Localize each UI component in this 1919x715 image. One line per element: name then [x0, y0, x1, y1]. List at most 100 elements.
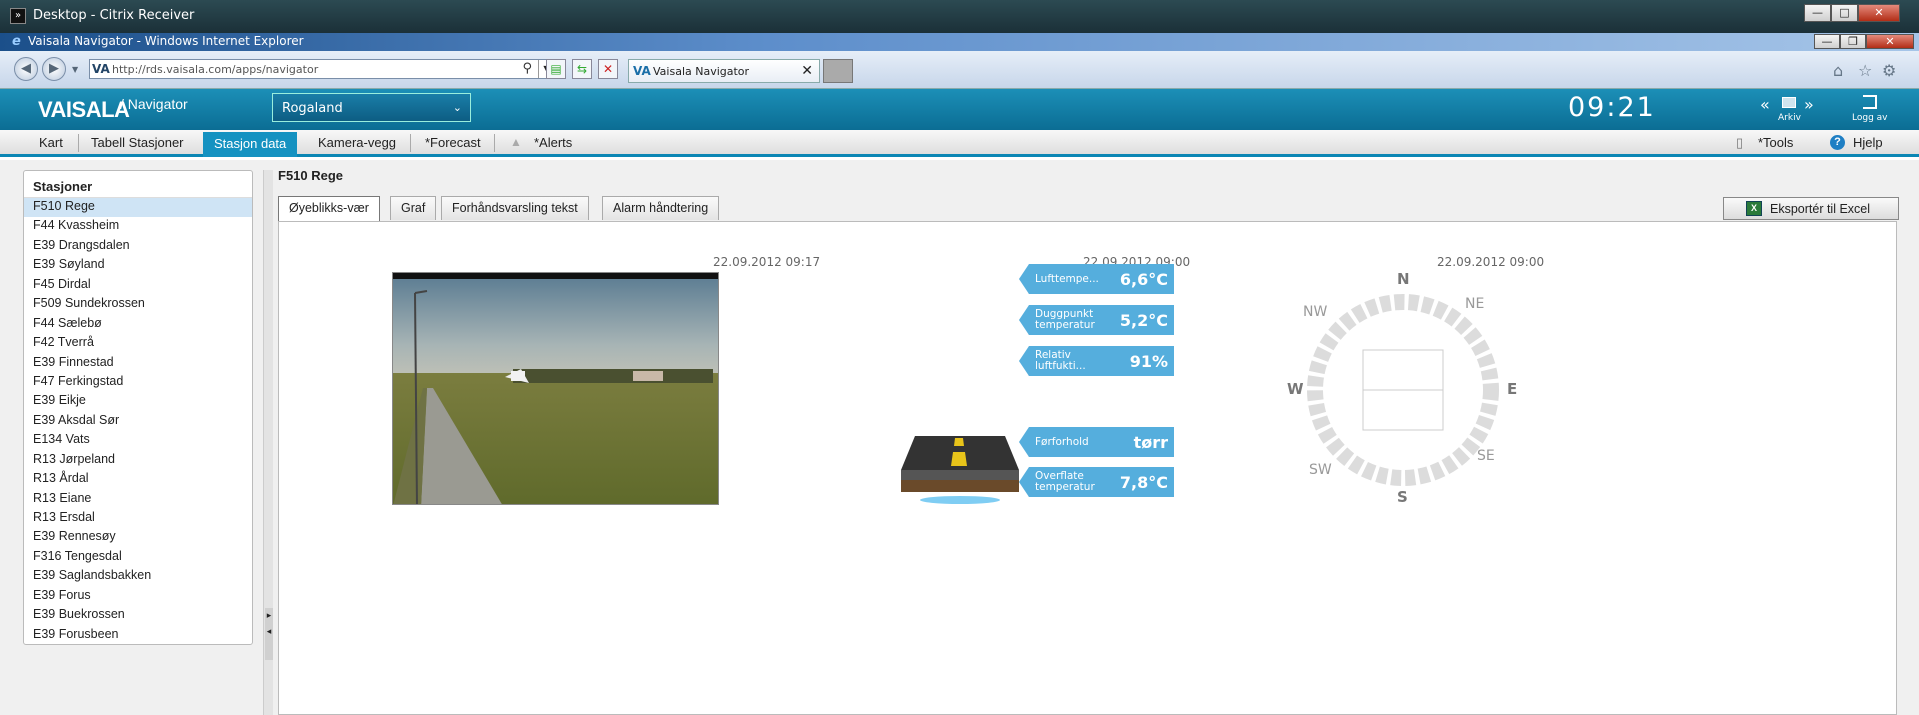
home-icon[interactable]: ⌂	[1833, 61, 1843, 80]
menu-tools[interactable]: *Tools	[1758, 135, 1793, 150]
archive-control[interactable]: « » Arkiv	[1760, 93, 1816, 127]
browser-tab[interactable]: VA Vaisala Navigator ✕	[628, 59, 820, 83]
region-select[interactable]: Rogaland ⌄	[272, 93, 471, 122]
archive-label: Arkiv	[1778, 113, 1801, 123]
history-dropdown-icon[interactable]: ▼	[72, 65, 78, 74]
menu-separator	[494, 134, 495, 152]
citrix-title: Desktop - Citrix Receiver	[33, 8, 195, 23]
menu-separator	[410, 134, 411, 152]
station-list-item[interactable]: R13 Eiane	[24, 490, 252, 509]
station-sidebar: Stasjoner F510 Rege F44 Kvassheim E39 Dran…	[23, 170, 253, 645]
dew-point-bubble[interactable]: Duggpunkt temperatur 5,2°C	[1019, 305, 1174, 335]
menu-kamera-vegg[interactable]: Kamera-vegg	[318, 135, 396, 150]
surface-temp-bubble[interactable]: Overflate temperatur 7,8°C	[1019, 467, 1174, 497]
station-list-item[interactable]: R13 Årdal	[24, 470, 252, 489]
close-icon[interactable]: ✕	[1858, 4, 1900, 22]
humidity-value: 91%	[1129, 352, 1168, 371]
road-condition-value: tørr	[1133, 433, 1168, 452]
archive-back-icon[interactable]: «	[1760, 95, 1770, 114]
ie-title: Vaisala Navigator - Windows Internet Exp…	[28, 34, 304, 48]
station-list-item[interactable]: R13 Ersdal	[24, 509, 252, 528]
station-list-item[interactable]: E39 Finnestad	[24, 354, 252, 373]
station-list-item[interactable]: E39 Forus	[24, 587, 252, 606]
station-list-item[interactable]: F47 Ferkingstad	[24, 373, 252, 392]
station-list-item[interactable]: F509 Sundekrossen	[24, 295, 252, 314]
tab-oyeblikks-vaer[interactable]: Øyeblikks-vær	[278, 196, 380, 222]
compass-e: E	[1507, 380, 1518, 398]
road-condition-label: Førforhold	[1035, 435, 1089, 448]
wind-timestamp: 22.09.2012 09:00	[1437, 255, 1545, 269]
station-list-item[interactable]: E39 Eikje	[24, 392, 252, 411]
forward-icon[interactable]: ▶	[42, 57, 66, 81]
logout-label: Logg av	[1852, 113, 1888, 123]
camera-scene	[393, 273, 718, 504]
minimize-icon[interactable]: —	[1814, 34, 1840, 49]
road-condition-bubble[interactable]: Førforhold tørr	[1019, 427, 1174, 457]
tab-close-icon[interactable]: ✕	[801, 63, 813, 79]
citrix-titlebar: » Desktop - Citrix Receiver — □ ✕	[0, 0, 1919, 33]
warning-icon: ▲	[510, 135, 522, 149]
collapse-handle-icon[interactable]: ▸ ◂	[265, 608, 273, 660]
menu-alerts[interactable]: *Alerts	[534, 135, 572, 150]
compatibility-icon[interactable]: ▤	[546, 59, 566, 79]
menu-tabell-stasjoner[interactable]: Tabell Stasjoner	[91, 135, 184, 150]
panel-splitter[interactable]: ▸ ◂	[263, 170, 273, 715]
station-list-item[interactable]: F44 Kvassheim	[24, 217, 252, 236]
station-list-item[interactable]: R13 Jørpeland	[24, 451, 252, 470]
back-icon[interactable]: ◀	[14, 57, 38, 81]
clock: 09:21	[1568, 92, 1656, 123]
compass-nw: NW	[1303, 304, 1328, 320]
dew-point-value: 5,2°C	[1119, 311, 1168, 330]
air-temp-value: 6,6°C	[1119, 270, 1168, 289]
station-list-item[interactable]: F45 Dirdal	[24, 276, 252, 295]
tab-alarm-handtering[interactable]: Alarm håndtering	[602, 196, 720, 220]
menu-kart[interactable]: Kart	[39, 135, 63, 150]
station-list-item[interactable]: E39 Buekrossen	[24, 606, 252, 625]
minimize-icon[interactable]: —	[1804, 4, 1831, 22]
maximize-icon[interactable]: □	[1831, 4, 1858, 22]
surface-temp-label: Overflate temperatur	[1035, 470, 1095, 493]
search-icon[interactable]: ⚲	[522, 61, 532, 76]
stop-icon[interactable]: ✕	[598, 59, 618, 79]
restore-icon[interactable]: ❐	[1840, 34, 1866, 49]
station-list-item[interactable]: E134 Vats	[24, 431, 252, 450]
current-weather-panel: 22.09.2012 09:17 22.09.2012 09:00 Luftte…	[278, 221, 1897, 715]
compass-w: W	[1287, 380, 1304, 398]
refresh-icon[interactable]: ⇆	[572, 59, 592, 79]
gear-icon[interactable]: ⚙	[1882, 61, 1896, 80]
address-url[interactable]: http://rds.vaisala.com/apps/navigator	[112, 63, 318, 76]
menu-forecast[interactable]: *Forecast	[425, 135, 481, 150]
new-tab-button[interactable]	[823, 59, 853, 83]
air-temp-bubble[interactable]: Lufttempe... 6,6°C	[1019, 264, 1174, 294]
citrix-icon: »	[10, 8, 26, 24]
archive-forward-icon[interactable]: »	[1804, 95, 1814, 114]
citrix-window-controls: — □ ✕	[1804, 4, 1900, 22]
station-list-item[interactable]: F316 Tengesdal	[24, 548, 252, 567]
camera-timestamp: 22.09.2012 09:17	[713, 255, 821, 269]
menu-stasjon-data[interactable]: Stasjon data	[203, 132, 298, 157]
address-bar[interactable]: VA http://rds.vaisala.com/apps/navigator…	[89, 59, 555, 79]
station-list-item[interactable]: E39 Drangsdalen	[24, 237, 252, 256]
excel-icon: X	[1746, 201, 1762, 216]
tab-forhandsvarsling-tekst[interactable]: Forhåndsvarsling tekst	[441, 196, 589, 220]
menu-help[interactable]: Hjelp	[1853, 135, 1883, 150]
station-list-item[interactable]: F44 Sælebø	[24, 315, 252, 334]
humidity-bubble[interactable]: Relativ luftfukti... 91%	[1019, 346, 1174, 376]
station-list-item[interactable]: F42 Tverrå	[24, 334, 252, 353]
station-list-item[interactable]: F510 Rege	[24, 198, 252, 218]
logout-button[interactable]: Logg av	[1848, 93, 1894, 127]
station-list-item[interactable]: E39 Rennesøy	[24, 528, 252, 547]
menu-separator	[78, 134, 79, 152]
favorites-star-icon[interactable]: ☆	[1858, 61, 1872, 80]
station-list-item[interactable]: E39 Søyland	[24, 256, 252, 275]
camera-image[interactable]	[392, 272, 719, 505]
station-list-item[interactable]: E39 Aksdal Sør	[24, 412, 252, 431]
region-value: Rogaland	[282, 101, 343, 116]
station-list-item[interactable]: E39 Saglandsbakken	[24, 567, 252, 586]
close-icon[interactable]: ✕	[1866, 34, 1914, 49]
station-list-item[interactable]: E39 Forusbeen	[24, 626, 252, 645]
surface-temp-value: 7,8°C	[1119, 473, 1168, 492]
station-main: F510 Rege Øyeblikks-vær Graf Forhåndsvar…	[278, 160, 1919, 715]
export-excel-button[interactable]: X Eksportér til Excel	[1723, 197, 1899, 220]
tab-graf[interactable]: Graf	[390, 196, 437, 220]
